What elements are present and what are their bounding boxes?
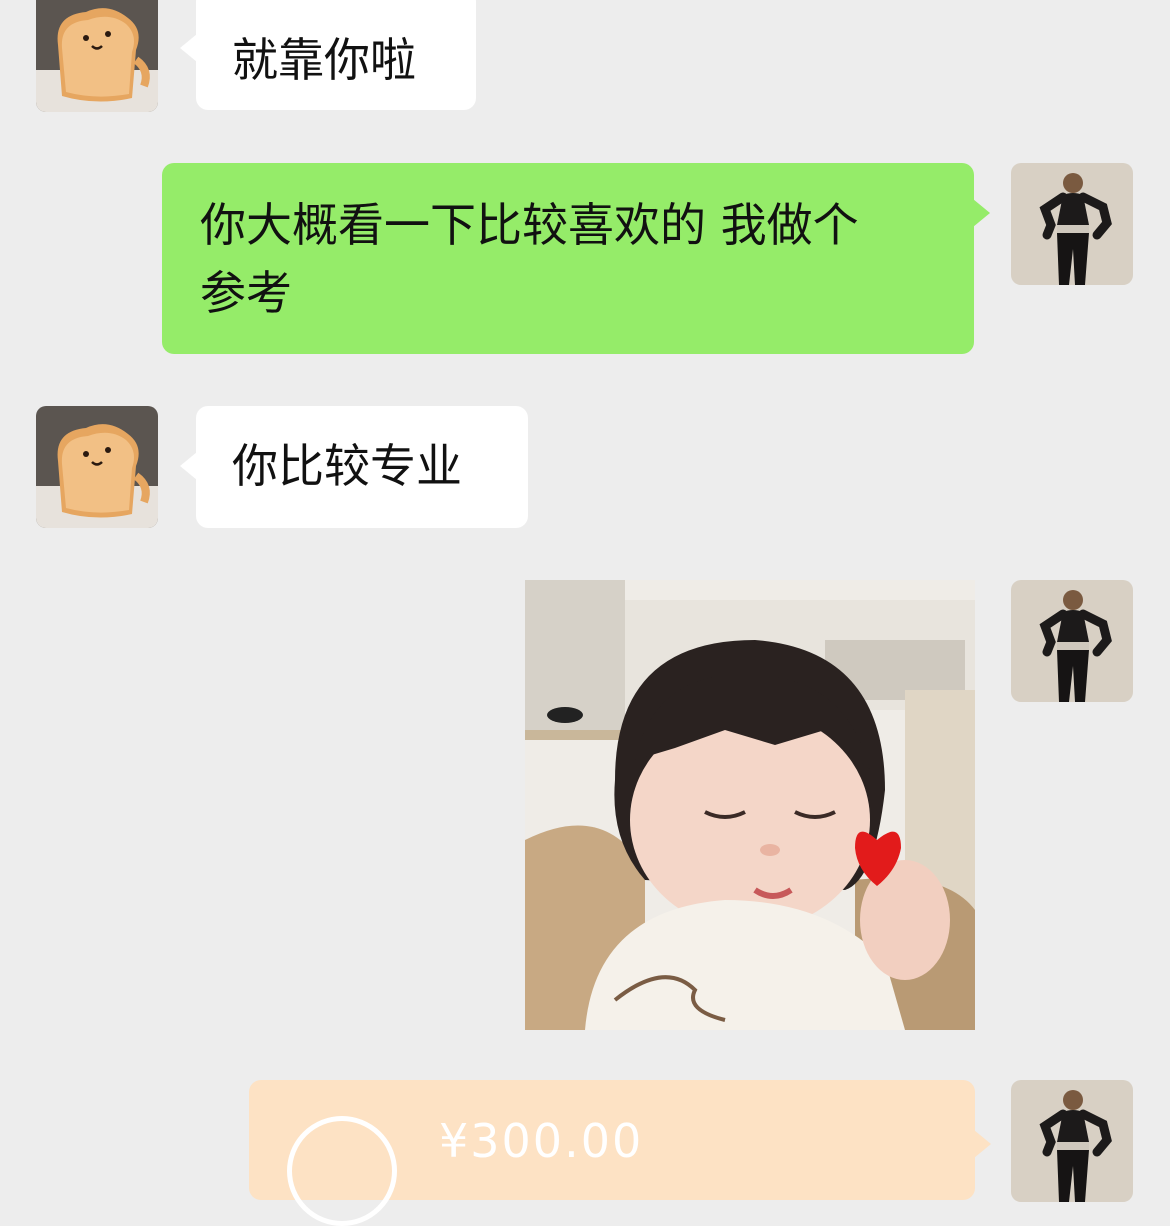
message-bubble-incoming[interactable]: 就靠你啦 — [180, 0, 476, 110]
my-avatar[interactable] — [1011, 1080, 1133, 1202]
woman-avatar-icon — [1011, 1080, 1133, 1202]
bubble-tail — [974, 1130, 991, 1158]
message-text: 你比较专业 — [232, 439, 462, 493]
my-avatar[interactable] — [1011, 163, 1133, 285]
toast-avatar-icon — [36, 406, 158, 528]
photo-child-heart — [525, 580, 975, 1030]
bubble-tail — [973, 199, 990, 227]
transfer-amount: ¥300.00 — [439, 1114, 644, 1168]
image-message[interactable] — [525, 580, 975, 1030]
woman-avatar-icon — [1011, 163, 1133, 285]
message-bubble-incoming[interactable]: 你比较专业 — [180, 406, 528, 528]
message-text: 就靠你啦 — [232, 33, 416, 87]
bubble-tail — [180, 452, 197, 480]
toast-avatar-icon — [36, 0, 158, 112]
message-bubble-outgoing[interactable]: 你大概看一下比较喜欢的 我做个 参考 — [162, 163, 990, 354]
contact-avatar[interactable] — [36, 0, 158, 112]
transfer-message[interactable]: ¥300.00 — [249, 1080, 991, 1226]
my-avatar[interactable] — [1011, 580, 1133, 702]
message-text-line: 参考 — [200, 266, 292, 320]
transfer-arrow-icon — [287, 1116, 397, 1226]
bubble-tail — [180, 34, 197, 62]
contact-avatar[interactable] — [36, 406, 158, 528]
woman-avatar-icon — [1011, 580, 1133, 702]
message-text-line: 你大概看一下比较喜欢的 我做个 — [200, 198, 859, 252]
